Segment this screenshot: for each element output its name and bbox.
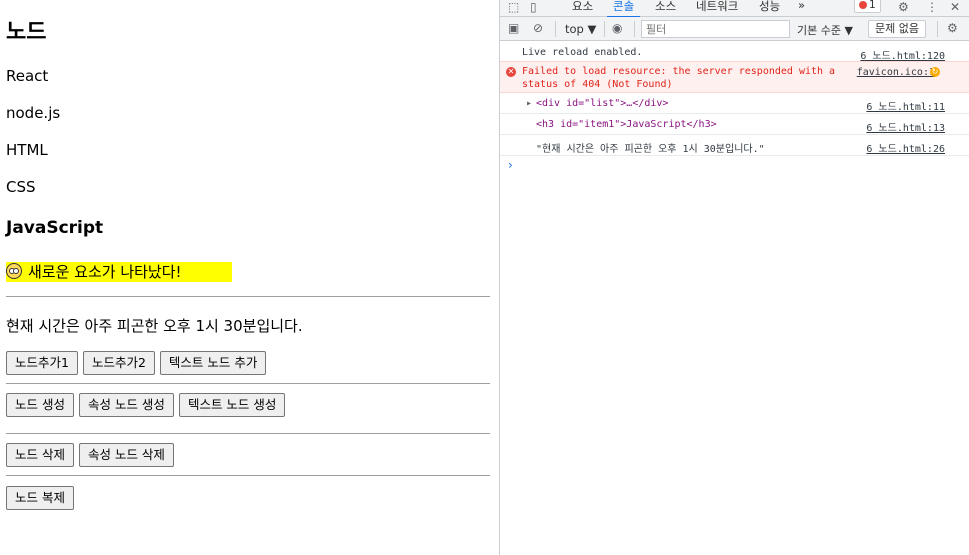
clone-node-button[interactable]: 노드 복제 <box>6 486 74 510</box>
context-selector[interactable]: top ▼ <box>565 22 596 36</box>
create-attribute-node-button[interactable]: 속성 노드 생성 <box>78 393 174 417</box>
tab-console[interactable]: 콘솔 <box>606 0 641 18</box>
console-log-row: Live reload enabled. 6 노드.html:120 <box>500 42 969 63</box>
console-log-row[interactable]: ▸ <div id="list">…</div> 6 노드.html:11 <box>500 93 969 114</box>
log-message: <div id="list">…</div> <box>536 98 669 109</box>
separator <box>937 21 938 37</box>
separator <box>555 21 556 37</box>
add-node-2-button[interactable]: 노드추가2 <box>82 351 155 375</box>
log-source-link[interactable]: 6 노드.html:120 <box>860 47 945 62</box>
delete-attribute-node-button[interactable]: 속성 노드 삭제 <box>78 443 174 467</box>
tab-sources[interactable]: 소스 <box>655 0 676 14</box>
button-row-create: 노드 생성 속성 노드 생성 텍스트 노드 생성 <box>6 393 286 417</box>
console-error-row: ✕ Failed to load resource: the server re… <box>500 61 969 93</box>
divider <box>6 475 490 476</box>
console-settings-icon[interactable]: ⚙ <box>947 21 958 35</box>
error-count: 1 <box>869 0 876 11</box>
add-node-1-button[interactable]: 노드추가1 <box>6 351 78 375</box>
issues-button[interactable]: 문제 없음 <box>868 20 926 38</box>
delete-node-button[interactable]: 노드 삭제 <box>6 443 74 467</box>
more-tabs-button[interactable]: » <box>798 0 805 12</box>
create-text-node-button[interactable]: 텍스트 노드 생성 <box>178 393 286 417</box>
divider <box>6 296 490 297</box>
devtools-tabbar: ⬚ ▯ 요소 콘솔 소스 네트워크 성능 » 1 ⚙ ⋮ ✕ <box>500 0 969 18</box>
log-source-link[interactable]: 6 노드.html:26 <box>866 140 945 155</box>
eye-icon[interactable]: ◉ <box>612 21 622 35</box>
divider <box>6 433 490 434</box>
list-item-html: HTML <box>6 141 48 159</box>
button-row-delete: 노드 삭제 속성 노드 삭제 <box>6 443 174 467</box>
log-element-div[interactable]: <div id="list">…</div> <box>536 98 668 109</box>
time-text: 현재 시간은 아주 피곤한 오후 1시 30분입니다. <box>6 317 303 335</box>
list-item-react: React <box>6 67 49 85</box>
log-message: "현재 시간은 아주 피곤한 오후 1시 30분입니다." <box>536 144 765 155</box>
web-page: 노드 React node.js HTML CSS JavaScript 새로운… <box>0 0 499 555</box>
tab-elements[interactable]: 요소 <box>572 0 593 14</box>
error-icon: ✕ <box>506 67 516 77</box>
list-item-css: CSS <box>6 178 36 196</box>
console-log-row: "현재 시간은 아주 피곤한 오후 1시 30분입니다." 6 노드.html:… <box>500 135 969 156</box>
console-prompt[interactable]: › <box>508 158 513 172</box>
tab-network[interactable]: 네트워크 <box>696 0 738 14</box>
log-source-link[interactable]: favicon.ico:1 <box>857 67 935 78</box>
log-message: Live reload enabled. <box>522 47 643 58</box>
log-levels-dropdown[interactable]: 기본 수준 ▼ <box>797 22 853 38</box>
separator <box>634 21 635 37</box>
devtools-panel: ⬚ ▯ 요소 콘솔 소스 네트워크 성능 » 1 ⚙ ⋮ ✕ ▣ ⊘ top ▼… <box>499 0 969 555</box>
kebab-menu-icon[interactable]: ⋮ <box>926 0 938 14</box>
divider <box>6 383 490 384</box>
tab-performance[interactable]: 성능 <box>759 0 780 14</box>
inspect-icon[interactable]: ⬚ <box>508 0 519 14</box>
log-source-link[interactable]: 6 노드.html:11 <box>866 98 945 113</box>
close-icon[interactable]: ✕ <box>950 0 960 14</box>
new-element-text: 새로운 요소가 나타났다! <box>28 263 182 281</box>
error-count-badge[interactable]: 1 <box>854 0 881 13</box>
emoji-face-icon <box>6 263 22 279</box>
log-message: Failed to load resource: the server resp… <box>522 66 836 90</box>
sidebar-icon[interactable]: ▣ <box>508 21 519 35</box>
log-source-link[interactable]: 6 노드.html:13 <box>866 119 945 134</box>
console-toolbar: ▣ ⊘ top ▼ ◉ 기본 수준 ▼ 문제 없음 ⚙ <box>500 17 969 41</box>
warning-icon[interactable]: ↻ <box>930 67 940 77</box>
button-row-clone: 노드 복제 <box>6 486 74 510</box>
add-text-node-button[interactable]: 텍스트 노드 추가 <box>159 351 267 375</box>
settings-icon[interactable]: ⚙ <box>898 0 909 14</box>
log-message: <h3 id="item1">JavaScript</h3> <box>536 119 717 130</box>
clear-icon[interactable]: ⊘ <box>533 21 543 35</box>
page-heading: 노드 <box>6 20 47 45</box>
new-element-highlight: 새로운 요소가 나타났다! <box>6 262 232 282</box>
create-node-button[interactable]: 노드 생성 <box>6 393 74 417</box>
list-item-nodejs: node.js <box>6 104 61 122</box>
device-toggle-icon[interactable]: ▯ <box>530 0 537 14</box>
expand-arrow-icon[interactable]: ▸ <box>526 98 532 109</box>
separator <box>604 21 605 37</box>
button-row-add: 노드추가1 노드추가2 텍스트 노드 추가 <box>6 351 267 375</box>
filter-input[interactable] <box>641 20 790 38</box>
javascript-heading: JavaScript <box>6 218 104 238</box>
console-log-row[interactable]: <h3 id="item1">JavaScript</h3> 6 노드.html… <box>500 114 969 135</box>
error-icon <box>859 1 867 9</box>
